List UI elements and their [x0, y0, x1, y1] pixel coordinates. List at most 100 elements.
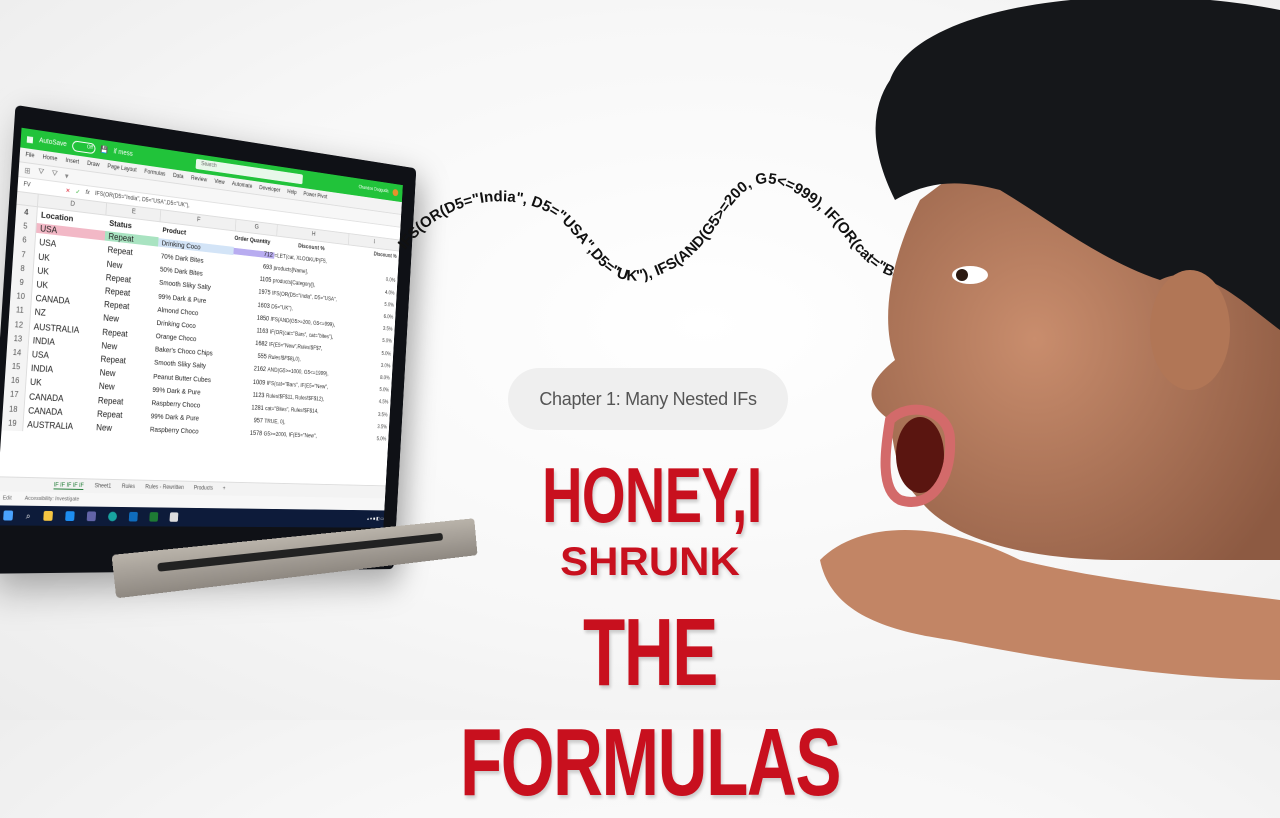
- cell-discount[interactable]: 3.5%: [337, 410, 388, 418]
- cancel-icon[interactable]: ✕: [65, 187, 70, 194]
- cell-qty[interactable]: 1975: [231, 286, 272, 297]
- status-mode: Edit: [2, 495, 12, 502]
- ribbon-tab[interactable]: Review: [191, 176, 207, 184]
- save-icon[interactable]: 💾: [100, 145, 108, 154]
- cell-discount[interactable]: 5.0%: [339, 385, 389, 394]
- outlook-icon[interactable]: [128, 511, 138, 522]
- user-name[interactable]: Chandoo Dagguda: [358, 185, 388, 195]
- cell-discount[interactable]: 6.0%: [343, 311, 393, 320]
- cell-discount[interactable]: 3.0%: [340, 360, 391, 369]
- row-number[interactable]: 19: [1, 416, 25, 432]
- cell-discount[interactable]: 3.5%: [337, 422, 387, 430]
- cell-discount[interactable]: 4.5%: [338, 397, 389, 406]
- cell-qty[interactable]: 1850: [229, 312, 270, 322]
- store-icon[interactable]: [65, 511, 75, 522]
- ribbon-tab[interactable]: View: [214, 179, 225, 186]
- cell-qty[interactable]: 1682: [228, 338, 269, 348]
- cell-discount[interactable]: 5.0%: [336, 435, 386, 443]
- cell-qty[interactable]: 1123: [225, 390, 266, 399]
- borders-icon[interactable]: ⊞: [24, 165, 31, 175]
- filter-icon[interactable]: ⛛: [38, 167, 45, 178]
- ribbon-tab[interactable]: Data: [173, 173, 184, 180]
- ribbon-tab[interactable]: Help: [287, 189, 297, 196]
- cell-product[interactable]: Raspberry Choco: [148, 398, 224, 410]
- cell-status[interactable]: Repeat: [93, 409, 147, 421]
- cell-discount[interactable]: 8.0%: [339, 373, 390, 381]
- file-explorer-icon[interactable]: [43, 510, 54, 521]
- file-name[interactable]: if mess: [113, 148, 133, 157]
- cell-qty[interactable]: 1009: [226, 377, 267, 386]
- cell-discount[interactable]: [346, 264, 396, 270]
- title-line-2: SHRUNK: [560, 540, 740, 584]
- clear-filter-icon[interactable]: ⛛: [51, 169, 58, 180]
- row-number[interactable]: 13: [7, 331, 30, 347]
- sheet-tab[interactable]: Products: [194, 486, 214, 492]
- ribbon-tab[interactable]: Power Pivot: [303, 192, 327, 201]
- ribbon-tab[interactable]: Automate: [232, 181, 253, 189]
- start-icon[interactable]: [3, 510, 14, 521]
- autosave-label: AutoSave: [38, 136, 67, 148]
- cell-product[interactable]: Raspberry Choco: [146, 425, 223, 437]
- title-line-1: HONEY,I: [542, 451, 762, 539]
- search-icon[interactable]: ⌕: [26, 510, 31, 521]
- more-icon[interactable]: ▾: [65, 171, 69, 180]
- cell-formula[interactable]: cat="Bites", Rules!$F$14,: [265, 406, 338, 416]
- sheet-tab[interactable]: IF IF IF IF IF: [53, 482, 85, 490]
- laptop-screen-bezel: ▦ AutoSave Off 💾 if mess Search Chandoo …: [0, 104, 417, 574]
- name-box[interactable]: FV: [23, 182, 60, 193]
- cell-location[interactable]: CANADA: [24, 405, 94, 418]
- ribbon-tab[interactable]: Insert: [65, 158, 79, 166]
- row-number[interactable]: 17: [3, 387, 26, 404]
- row-number[interactable]: 15: [5, 359, 28, 375]
- row-number[interactable]: 16: [4, 373, 27, 389]
- cell-location[interactable]: CANADA: [25, 391, 95, 404]
- cell-status[interactable]: New: [96, 367, 150, 380]
- cell-status[interactable]: New: [95, 381, 149, 394]
- cell-qty[interactable]: 555: [227, 351, 268, 361]
- accessibility-status[interactable]: Accessibility: Investigate: [25, 496, 80, 503]
- row-number[interactable]: 14: [6, 345, 29, 361]
- cell-discount[interactable]: 5.0%: [342, 335, 392, 345]
- app-icon[interactable]: [169, 512, 179, 522]
- cell-formula[interactable]: IFS(cat="Bars", IF(E5="New",: [266, 380, 339, 391]
- cell-discount[interactable]: 3.5%: [342, 323, 393, 333]
- chapter-label: Chapter 1: Many Nested IFs: [508, 368, 788, 430]
- cell-qty[interactable]: 2162: [226, 364, 267, 373]
- enter-icon[interactable]: ✓: [75, 188, 80, 195]
- cell-formula[interactable]: TRUE, 0),: [264, 418, 337, 428]
- cell-discount[interactable]: 5.0%: [341, 348, 391, 357]
- ribbon-tab[interactable]: Formulas: [144, 169, 166, 178]
- ribbon-tab[interactable]: Draw: [87, 161, 100, 169]
- pupil: [956, 269, 968, 281]
- cell-qty[interactable]: 957: [223, 416, 264, 425]
- cell-status[interactable]: New: [92, 422, 146, 434]
- cell-qty[interactable]: 1578: [222, 429, 263, 438]
- sheet-tab[interactable]: Rules - Rewritten: [145, 485, 184, 491]
- cell-product[interactable]: 99% Dark & Pure: [147, 412, 223, 424]
- excel-taskbar-icon[interactable]: [149, 512, 159, 522]
- row-number[interactable]: 18: [2, 401, 25, 418]
- cell-qty[interactable]: 1105: [232, 273, 273, 284]
- cell-qty[interactable]: 1281: [224, 403, 265, 412]
- cell-formula[interactable]: G5>=2000, IF(E5="New",: [263, 431, 336, 440]
- cell-status[interactable]: Repeat: [94, 395, 148, 407]
- add-sheet-button[interactable]: +: [222, 486, 225, 492]
- cell-formula[interactable]: Rules!$F$11, Rules!$F$12),: [266, 393, 339, 403]
- fx-icon[interactable]: fx: [85, 190, 90, 196]
- excel-window: ▦ AutoSave Off 💾 if mess Search Chandoo …: [0, 127, 403, 528]
- cell-qty[interactable]: 712: [233, 247, 275, 259]
- cell-qty[interactable]: 1603: [230, 299, 271, 309]
- sheet-tab[interactable]: Rules: [122, 484, 136, 490]
- system-tray[interactable]: ▴ ● ■ ◧ ▭: [367, 516, 384, 521]
- cell-qty[interactable]: 693: [233, 261, 274, 272]
- cell-qty[interactable]: 1163: [229, 325, 270, 335]
- ribbon-tab[interactable]: File: [25, 152, 34, 159]
- teams-icon[interactable]: [86, 511, 97, 522]
- ribbon-tab[interactable]: Home: [42, 155, 57, 163]
- ribbon-tab[interactable]: Page Layout: [107, 164, 137, 174]
- cell-location[interactable]: AUSTRALIA: [23, 419, 93, 432]
- autosave-toggle[interactable]: Off: [71, 139, 96, 154]
- edge-icon[interactable]: [107, 511, 118, 522]
- ribbon-tab[interactable]: Developer: [259, 185, 280, 193]
- sheet-tab[interactable]: Sheet1: [94, 483, 111, 489]
